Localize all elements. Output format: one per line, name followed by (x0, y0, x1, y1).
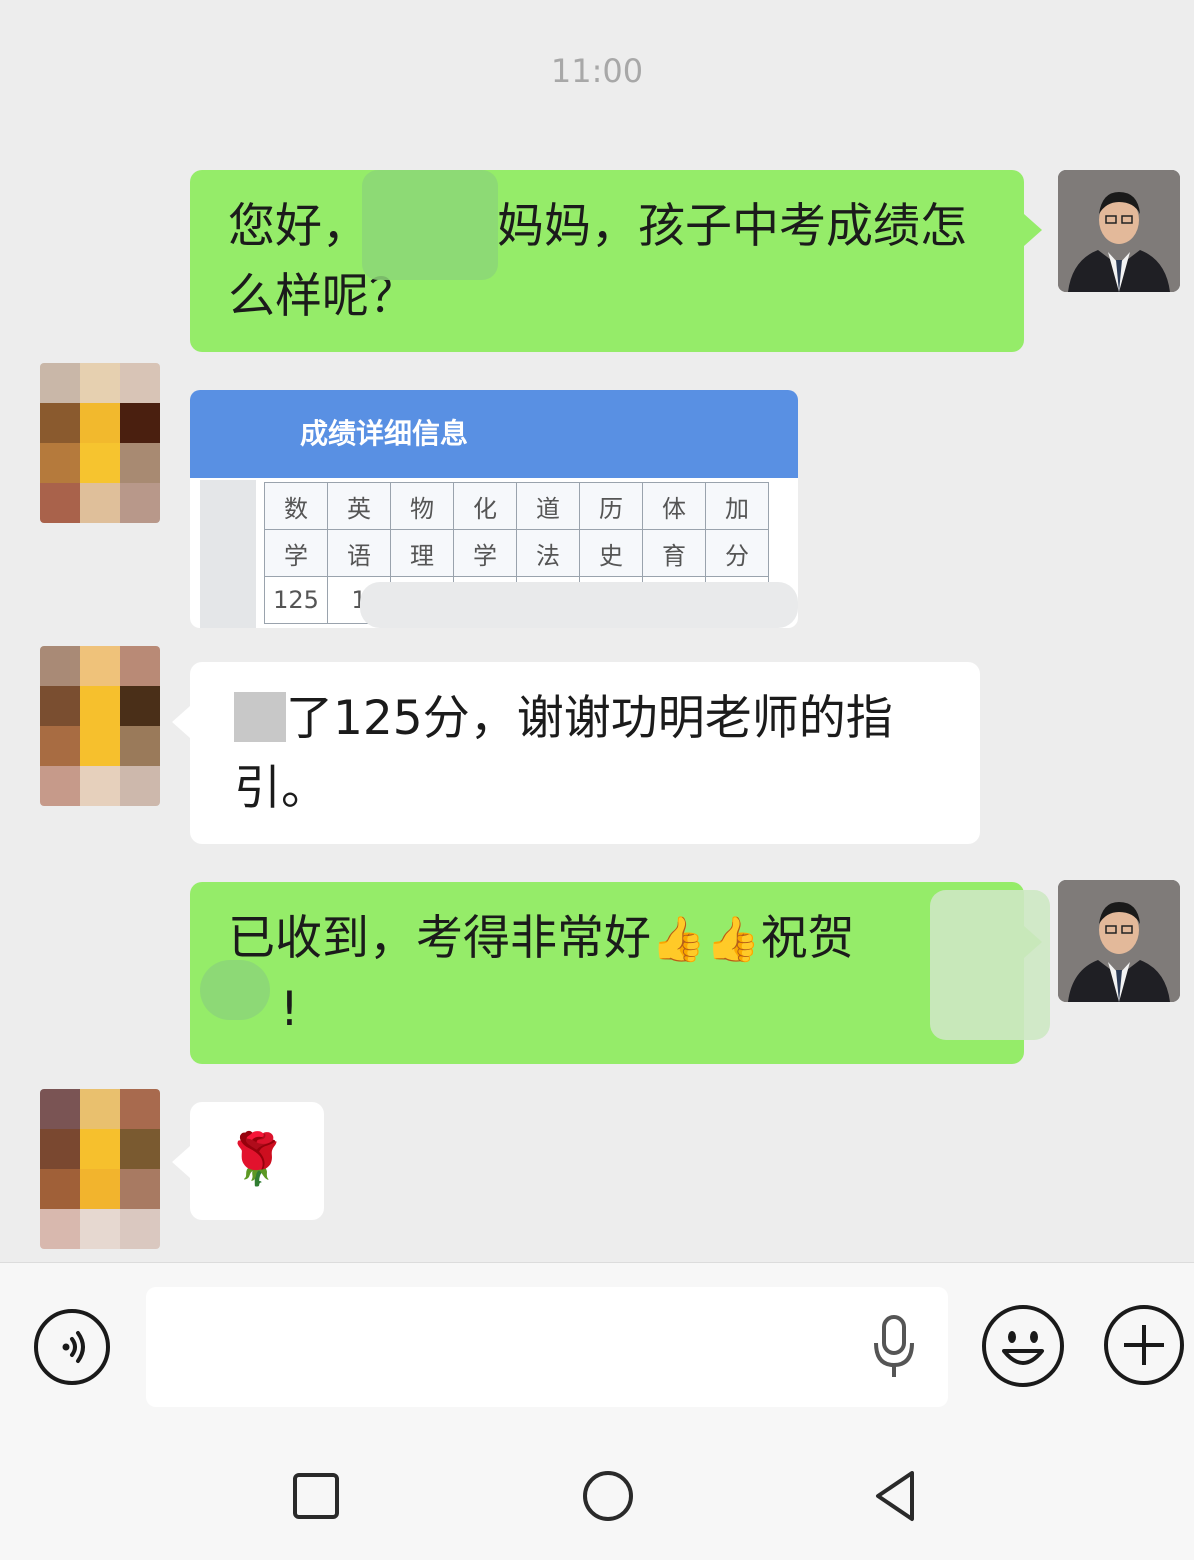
message-text-line: 引。 (234, 761, 328, 816)
smile-face (1002, 1331, 1044, 1365)
table-cell: 英 (327, 482, 391, 530)
message-bubble-incoming[interactable]: 了125分，谢谢功明老师的指 引。 (190, 662, 980, 844)
message-text-part: 您好， (228, 199, 369, 254)
redacted-char (234, 692, 286, 742)
message-text-part: 祝贺 (760, 911, 855, 966)
message-text-line: 您好， 妈妈，孩子中考成绩怎 (228, 192, 1024, 262)
thumbs-up-icon: 👍👍 (651, 914, 761, 965)
table-cell: 语 (327, 529, 391, 577)
parent-avatar[interactable] (40, 1089, 160, 1249)
redaction-blur (930, 890, 1050, 1040)
message-text-part: 已收到，考得非常好 (228, 911, 651, 966)
message-input[interactable] (146, 1287, 948, 1407)
microphone-icon[interactable] (870, 1313, 918, 1383)
table-cell: 125 (264, 576, 328, 624)
voice-waves (62, 1331, 85, 1363)
chat-screen: 11:00 您好， 妈妈，孩子中考成绩怎 么样呢？ 成绩详细信息 数 英 物 化… (0, 0, 1194, 1560)
table-cell: 分 (705, 529, 769, 577)
message-text-part: ! (280, 982, 299, 1037)
voice-icon[interactable] (34, 1309, 110, 1385)
table-cell: 数 (264, 482, 328, 530)
table-cell: 道 (516, 482, 580, 530)
triangle-back-icon[interactable] (872, 1469, 920, 1523)
bubble-tail (172, 706, 190, 738)
message-text-line: 了125分，谢谢功明老师的指 (234, 684, 980, 754)
table-cell: 法 (516, 529, 580, 577)
table-cell: 历 (579, 482, 643, 530)
square-icon[interactable] (292, 1472, 340, 1520)
chat-input-bar (0, 1262, 1194, 1433)
message-bubble-outgoing-1[interactable]: 您好， 妈妈，孩子中考成绩怎 么样呢？ (190, 170, 1024, 352)
bubble-tail (1024, 214, 1042, 246)
redaction-blur (362, 170, 498, 280)
score-screenshot-image[interactable]: 成绩详细信息 数 英 物 化 道 历 体 加 学 语 理 学 法 史 育 分 1… (190, 390, 798, 628)
message-text-line: ! (228, 975, 1024, 1045)
table-cell: 学 (264, 529, 328, 577)
table-cell: 物 (390, 482, 454, 530)
message-text-line: 已收到，考得非常好👍👍祝贺 (228, 904, 1024, 975)
table-cell: 体 (642, 482, 706, 530)
parent-avatar[interactable] (40, 363, 160, 523)
message-bubble-incoming[interactable]: 🌹 (190, 1102, 324, 1220)
message-text-line: 么样呢？ (228, 269, 416, 324)
score-card-title: 成绩详细信息 (300, 417, 469, 450)
redaction-blur (200, 480, 256, 628)
person-portrait-icon (1058, 170, 1180, 292)
chat-timestamp: 11:00 (550, 52, 644, 90)
system-nav-bar (0, 1432, 1194, 1560)
bubble-tail (172, 1146, 190, 1178)
teacher-avatar[interactable] (1058, 170, 1180, 292)
message-text-part: 妈妈，孩子中考成绩怎 (497, 199, 967, 254)
emoji-icon[interactable] (982, 1305, 1064, 1387)
plus-icon[interactable] (1104, 1305, 1184, 1385)
table-cell: 理 (390, 529, 454, 577)
circle-icon[interactable] (581, 1469, 635, 1523)
message-text-part: 了125分，谢谢功明老师的指 (286, 691, 893, 746)
table-row: 学 语 理 学 法 史 育 分 (264, 529, 769, 577)
table-cell: 育 (642, 529, 706, 577)
rose-icon: 🌹 (225, 1130, 289, 1188)
plus-glyph (1124, 1325, 1164, 1365)
redaction-blur (360, 582, 798, 628)
table-cell: 加 (705, 482, 769, 530)
table-cell: 学 (453, 529, 517, 577)
table-cell: 化 (453, 482, 517, 530)
parent-avatar[interactable] (40, 646, 160, 806)
message-bubble-outgoing-2[interactable]: 已收到，考得非常好👍👍祝贺 ! (190, 882, 1024, 1064)
table-cell: 史 (579, 529, 643, 577)
table-row: 数 英 物 化 道 历 体 加 (264, 482, 769, 530)
redaction-blur (200, 960, 270, 1020)
person-portrait-icon (1058, 880, 1180, 1002)
teacher-avatar[interactable] (1058, 880, 1180, 1002)
score-card-header: 成绩详细信息 (190, 390, 798, 478)
